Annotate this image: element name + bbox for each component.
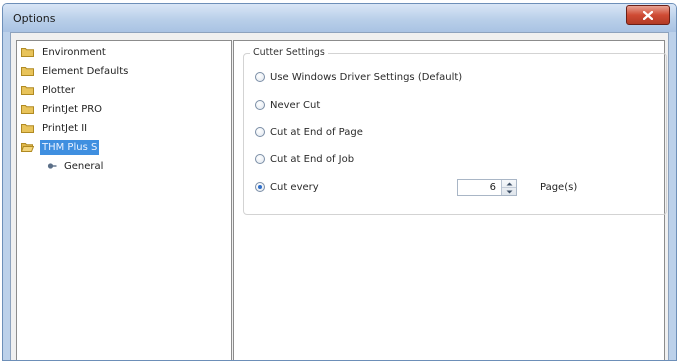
tree-item-element-defaults[interactable]: Element Defaults xyxy=(21,63,130,79)
radio-circle[interactable] xyxy=(255,127,265,137)
radio-circle[interactable] xyxy=(255,154,265,164)
tree-item-label: PrintJet II xyxy=(42,122,88,134)
folder-icon xyxy=(21,85,34,95)
cutter-settings-group: Cutter Settings Use Windows Driver Setti… xyxy=(243,47,667,215)
title-bar[interactable]: Options xyxy=(3,4,676,32)
options-window: Options Environment Element Defaults Plo… xyxy=(2,3,677,361)
arrow-down-icon xyxy=(506,186,513,197)
tree-item-label: Plotter xyxy=(42,84,76,96)
tree-item-plotter[interactable]: Plotter xyxy=(21,82,77,98)
pages-value[interactable]: 6 xyxy=(490,182,496,193)
pages-unit-label: Page(s) xyxy=(540,182,578,193)
radio-cut-end-of-page[interactable]: Cut at End of Page xyxy=(255,124,363,140)
radio-label: Use Windows Driver Settings (Default) xyxy=(270,71,463,83)
tree-item-general[interactable]: General xyxy=(47,158,105,174)
folder-icon xyxy=(21,123,34,133)
group-title: Cutter Settings xyxy=(250,47,328,58)
folder-icon xyxy=(21,66,34,76)
tree-item-thm-plus-s[interactable]: THM Plus S xyxy=(21,139,100,155)
tree-item-label: Element Defaults xyxy=(42,65,129,77)
tree-item-environment[interactable]: Environment xyxy=(21,44,108,60)
tree-item-printjet-ii[interactable]: PrintJet II xyxy=(21,120,89,136)
radio-never-cut[interactable]: Never Cut xyxy=(255,97,320,113)
settings-panel: Cutter Settings Use Windows Driver Setti… xyxy=(233,40,667,360)
radio-label: Never Cut xyxy=(270,99,321,111)
spin-buttons xyxy=(501,180,516,195)
close-button[interactable] xyxy=(626,5,670,25)
radio-label: Cut at End of Page xyxy=(270,126,363,138)
tree-item-printjet-pro[interactable]: PrintJet PRO xyxy=(21,101,104,117)
radio-cut-every[interactable]: Cut every xyxy=(255,179,319,195)
close-icon xyxy=(643,10,653,20)
options-tree: Environment Element Defaults Plotter Pri… xyxy=(16,40,232,360)
radio-circle[interactable] xyxy=(255,72,265,82)
bullet-icon xyxy=(47,161,57,171)
radio-cut-end-of-job[interactable]: Cut at End of Job xyxy=(255,151,354,167)
radio-label: Cut at End of Job xyxy=(270,153,355,165)
folder-icon xyxy=(21,47,34,57)
tree-item-label: PrintJet PRO xyxy=(42,103,103,115)
tree-item-label: Environment xyxy=(42,46,106,58)
radio-use-windows-driver[interactable]: Use Windows Driver Settings (Default) xyxy=(255,69,462,85)
tree-child-label: General xyxy=(64,160,104,172)
folder-open-icon xyxy=(21,142,34,152)
dialog-client: Environment Element Defaults Plotter Pri… xyxy=(10,32,669,360)
window-title: Options xyxy=(13,12,56,25)
tree-item-label: THM Plus S xyxy=(40,139,100,155)
spin-down-button[interactable] xyxy=(502,188,516,195)
pages-spinner[interactable]: 6 xyxy=(457,179,517,196)
folder-icon xyxy=(21,104,34,114)
radio-label: Cut every xyxy=(270,181,319,193)
radio-circle[interactable] xyxy=(255,100,265,110)
radio-circle-checked[interactable] xyxy=(255,182,265,192)
